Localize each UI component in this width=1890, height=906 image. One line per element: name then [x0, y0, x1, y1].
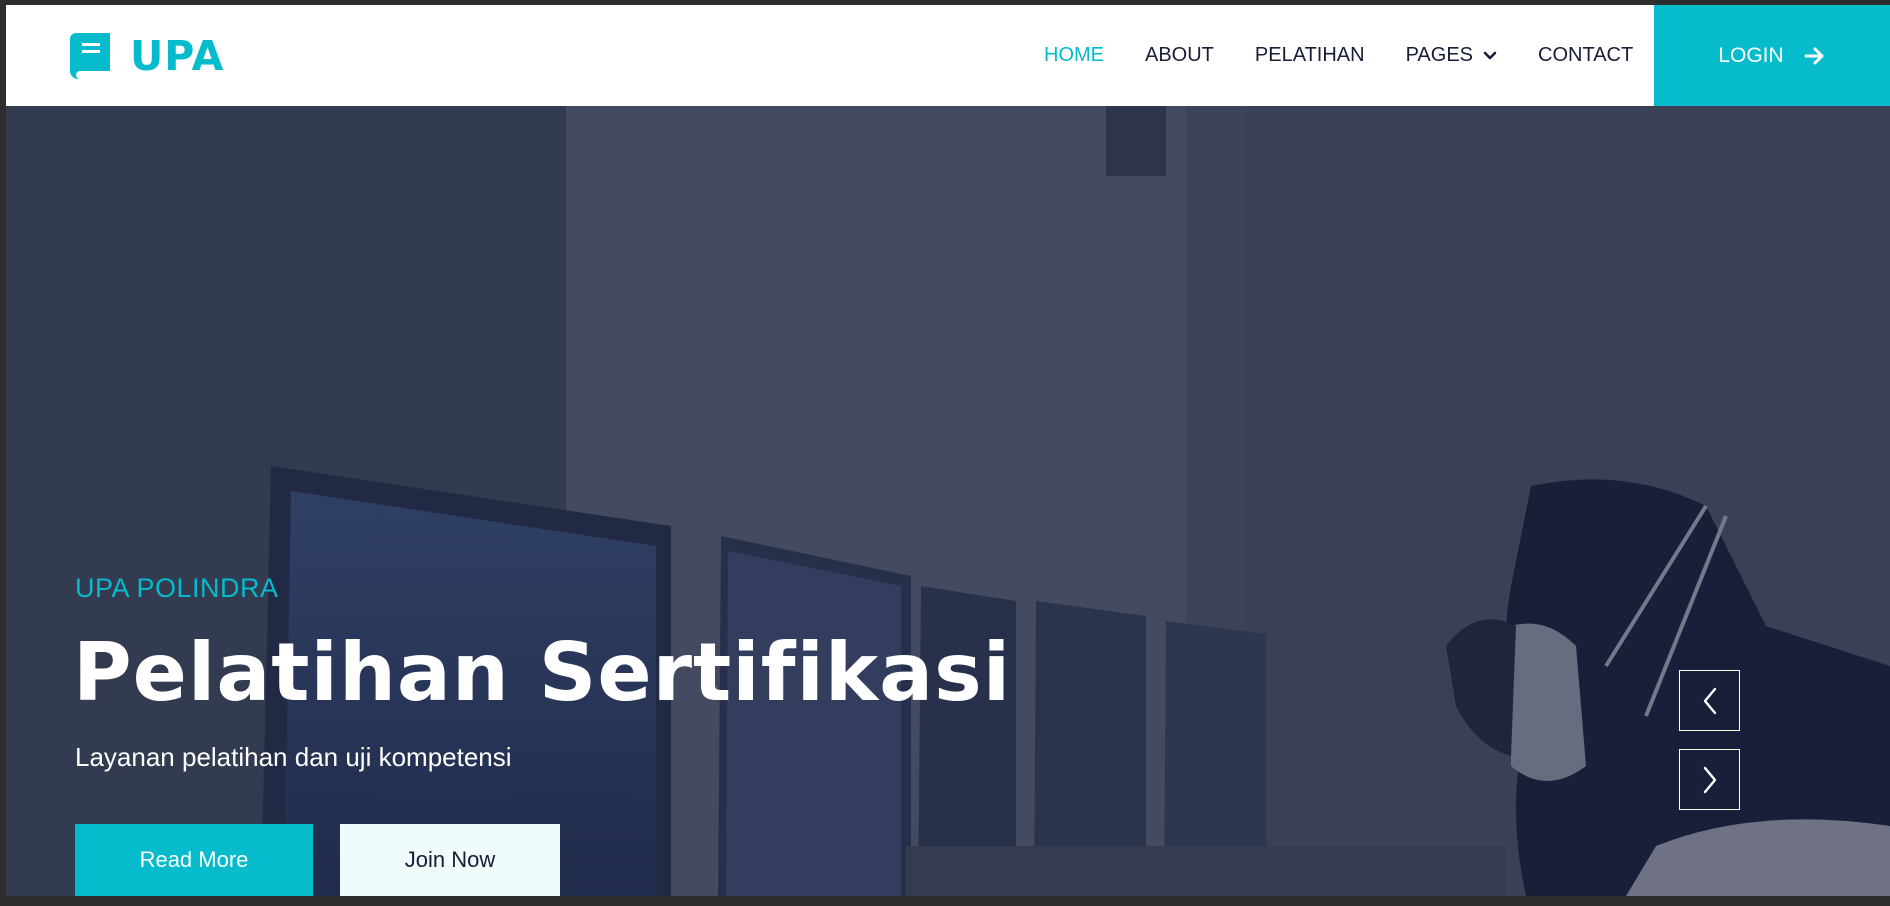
hero-carousel: UPA POLINDRA Pelatihan Sertifikasi Layan… [6, 106, 1890, 896]
nav-home[interactable]: HOME [1044, 44, 1104, 67]
hero-title: Pelatihan Sertifikasi [73, 626, 1012, 719]
carousel-prev-button[interactable] [1679, 670, 1740, 731]
hero-description: Layanan pelatihan dan uji kompetensi [75, 742, 512, 772]
brand-name: UPA [130, 32, 225, 80]
hero-overlay [6, 106, 1890, 896]
hero-subtitle: UPA POLINDRA [75, 573, 279, 603]
arrow-right-icon [1804, 47, 1824, 64]
nav-contact[interactable]: CONTACT [1538, 44, 1633, 67]
brand-logo[interactable]: UPA [70, 31, 224, 81]
browser-viewport: UPA HOME ABOUT PELATIHAN PAGES CONTACT L… [6, 5, 1890, 896]
nav-pages-label: PAGES [1405, 44, 1474, 66]
nav-pelatihan[interactable]: PELATIHAN [1255, 44, 1365, 67]
main-menu: HOME ABOUT PELATIHAN PAGES CONTACT [1044, 5, 1633, 106]
login-label: LOGIN [1718, 43, 1784, 67]
login-button[interactable]: LOGIN [1654, 5, 1890, 106]
navbar: UPA HOME ABOUT PELATIHAN PAGES CONTACT L… [6, 5, 1890, 106]
read-more-button[interactable]: Read More [75, 824, 313, 896]
book-icon [70, 33, 110, 79]
chevron-down-icon [1483, 51, 1497, 59]
nav-about[interactable]: ABOUT [1145, 44, 1214, 67]
nav-pages-dropdown[interactable]: PAGES [1406, 44, 1497, 67]
carousel-next-button[interactable] [1679, 749, 1740, 810]
chevron-right-icon [1703, 766, 1716, 793]
join-now-button[interactable]: Join Now [340, 824, 560, 896]
chevron-left-icon [1703, 687, 1716, 714]
